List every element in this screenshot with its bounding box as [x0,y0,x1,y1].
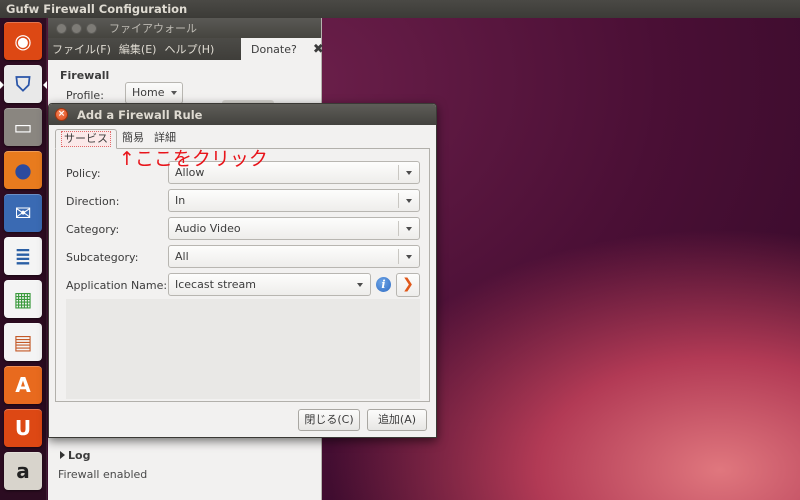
direction-combo[interactable]: In [168,189,420,212]
info-icon[interactable]: i [376,277,391,292]
launcher-thunderbird[interactable]: ✉ [4,194,42,232]
policy-label: Policy: [66,167,101,180]
launcher-ubuntu-one[interactable]: U [4,409,42,447]
menu-file[interactable]: ファイル(F) [48,41,115,57]
launcher-firefox[interactable]: ● [4,151,42,189]
dialog-close-icon[interactable]: × [55,108,68,121]
main-maximize-button[interactable] [86,22,97,34]
close-icon[interactable]: ✖ [313,42,324,57]
log-label: Log [68,449,91,462]
firefox-icon: ● [14,158,32,182]
description-area [66,299,420,399]
shopping-bag-icon: A [15,373,31,397]
direction-label: Direction: [66,195,120,208]
spreadsheet-icon: ▦ [13,287,33,311]
chevron-down-icon [357,283,363,287]
file-cabinet-icon: ▭ [13,115,33,139]
amazon-icon: a [16,459,30,483]
main-menubar: ファイル(F) 編集(E) ヘルプ(H) Donate? ✖ [48,38,324,60]
category-value: Audio Video [175,222,241,235]
main-titlebar: ファイアウォール [48,18,321,38]
top-panel-title: Gufw Firewall Configuration [6,2,188,16]
firewall-section-title: Firewall [60,69,110,82]
application-name-label: Application Name: [66,279,168,292]
document-icon: ≣ [14,244,32,268]
subcategory-label: Subcategory: [66,251,139,264]
go-to-advanced-button[interactable]: ❯ [396,273,420,297]
main-close-button[interactable] [56,22,67,34]
chevron-down-icon [406,227,412,231]
combo-separator [398,249,399,264]
combo-separator [398,193,399,208]
main-minimize-button[interactable] [71,22,82,34]
tab-service-label: サービス [61,131,111,147]
menu-edit[interactable]: 編集(E) [115,41,161,57]
donate-bar: Donate? ✖ [241,38,324,60]
ubuntu-one-icon: U [14,416,32,440]
application-name-value: Icecast stream [175,278,256,291]
dialog-titlebar: × Add a Firewall Rule [49,104,436,125]
donate-label[interactable]: Donate? [251,43,297,56]
top-panel: Gufw Firewall Configuration [0,0,800,18]
launcher: ◉ ⛉ ▭ ● ✉ ≣ ▦ ▤ A U a [0,18,47,500]
close-button[interactable]: 閉じる(C) [298,409,360,431]
tab-service[interactable]: サービス [55,129,117,149]
service-panel: Policy: Allow Direction: In Category: Au… [55,148,430,402]
add-button[interactable]: 追加(A) [367,409,427,431]
log-expander[interactable]: Log [60,449,90,462]
shield-icon: ⛉ [15,72,31,96]
category-label: Category: [66,223,120,236]
profile-combo[interactable]: Home [125,82,183,104]
add-rule-dialog: × Add a Firewall Rule サービス 簡易 詳細 ↑ここをクリッ… [48,103,437,438]
direction-value: In [175,194,186,207]
chevron-down-icon [406,199,412,203]
menu-help[interactable]: ヘルプ(H) [160,41,218,57]
launcher-dash-home[interactable]: ◉ [4,22,42,60]
launcher-file-manager[interactable]: ▭ [4,108,42,146]
profile-label: Profile: [66,89,104,102]
launcher-software-center[interactable]: A [4,366,42,404]
combo-separator [398,165,399,180]
presentation-icon: ▤ [13,330,33,354]
ubuntu-logo-icon: ◉ [14,29,32,53]
main-window-title: ファイアウォール [109,22,197,35]
combo-separator [398,221,399,236]
subcategory-combo[interactable]: All [168,245,420,268]
active-pip-right [43,81,47,89]
launcher-amazon[interactable]: a [4,452,42,490]
category-combo[interactable]: Audio Video [168,217,420,240]
launcher-writer[interactable]: ≣ [4,237,42,275]
chevron-down-icon [406,255,412,259]
chevron-right-icon: ❯ [402,276,414,292]
click-here-annotation: ↑ここをクリック [119,148,268,170]
application-name-combo[interactable]: Icecast stream [168,273,371,296]
subcategory-value: All [175,250,189,263]
expander-arrow-icon [60,451,65,459]
launcher-calc[interactable]: ▦ [4,280,42,318]
dialog-title: Add a Firewall Rule [77,107,203,122]
launcher-gufw[interactable]: ⛉ [4,65,42,103]
status-text: Firewall enabled [58,468,148,481]
mail-icon: ✉ [14,201,32,225]
chevron-down-icon [406,171,412,175]
launcher-impress[interactable]: ▤ [4,323,42,361]
